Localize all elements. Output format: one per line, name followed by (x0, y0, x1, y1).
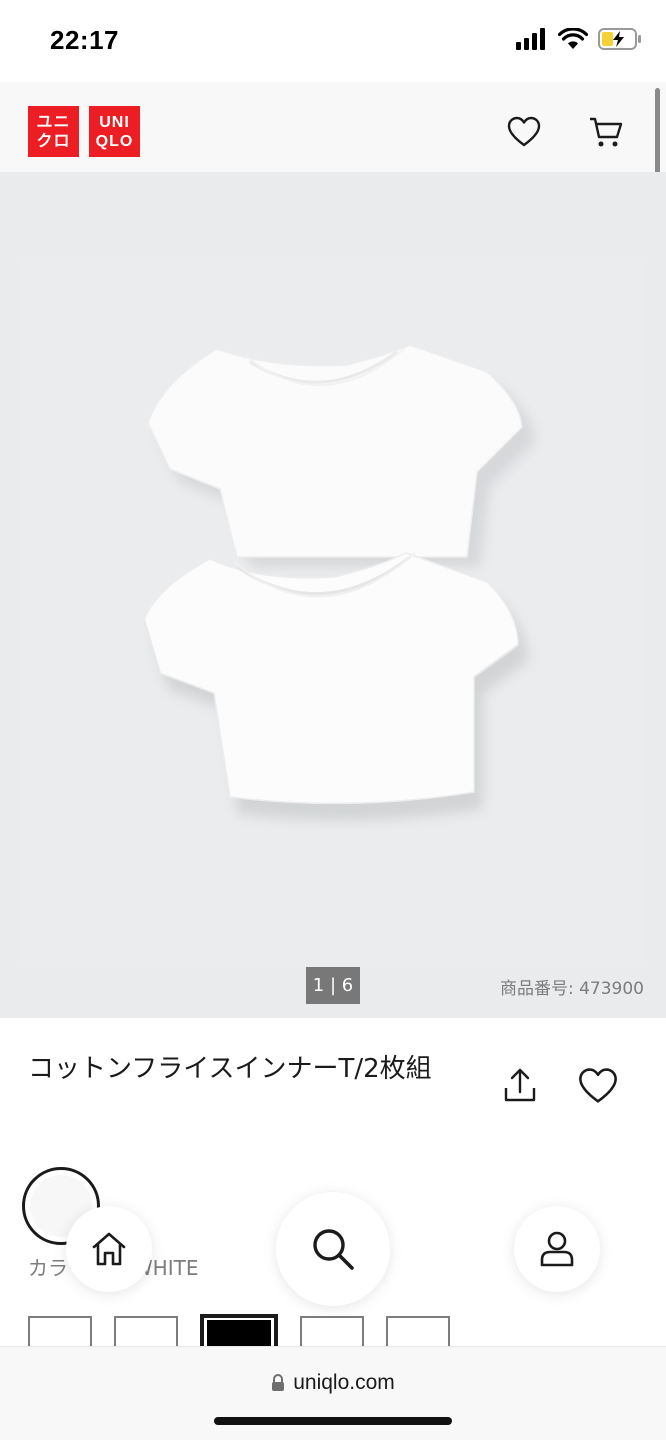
home-button[interactable] (66, 1206, 152, 1292)
image-counter: 1 | 6 (306, 967, 360, 1004)
logo-katakana: ユニ クロ (28, 106, 79, 157)
share-icon (504, 1068, 536, 1102)
cellular-signal-icon (516, 28, 545, 50)
site-header: ユニ クロ UNI QLO (0, 82, 666, 172)
product-wishlist-button[interactable] (578, 1066, 618, 1106)
wishlist-button[interactable] (504, 112, 544, 152)
cart-icon (590, 117, 623, 147)
battery-charging-icon (598, 28, 641, 50)
address-bar[interactable]: uniqlo.com (0, 1371, 666, 1395)
cart-button[interactable] (586, 112, 626, 152)
white-tshirts-image (143, 344, 535, 821)
heart-icon (507, 116, 541, 147)
product-image-gallery[interactable]: 1 | 6 商品番号: 473900 (0, 172, 666, 1018)
account-button[interactable] (514, 1206, 600, 1292)
wifi-icon (558, 28, 588, 49)
share-button[interactable] (500, 1066, 540, 1106)
uniqlo-logo[interactable]: ユニ クロ UNI QLO (28, 106, 140, 157)
logo-latin: UNI QLO (89, 106, 140, 157)
home-icon (92, 1232, 126, 1266)
browser-toolbar: uniqlo.com (0, 1346, 666, 1440)
home-indicator[interactable] (214, 1417, 452, 1425)
url-text: uniqlo.com (293, 1371, 395, 1394)
product-number: 商品番号: 473900 (499, 979, 644, 999)
product-image (22, 257, 642, 967)
status-bar: 22:17 (0, 0, 666, 82)
product-title: コットンフライスインナーT/2枚組 (28, 1054, 432, 1084)
header-actions (504, 112, 626, 152)
status-icons (516, 28, 642, 50)
heart-icon (579, 1068, 617, 1103)
search-icon (313, 1229, 354, 1270)
search-button[interactable] (276, 1192, 390, 1306)
user-icon (540, 1231, 574, 1267)
status-time: 22:17 (50, 25, 119, 55)
lock-icon (272, 1374, 285, 1391)
